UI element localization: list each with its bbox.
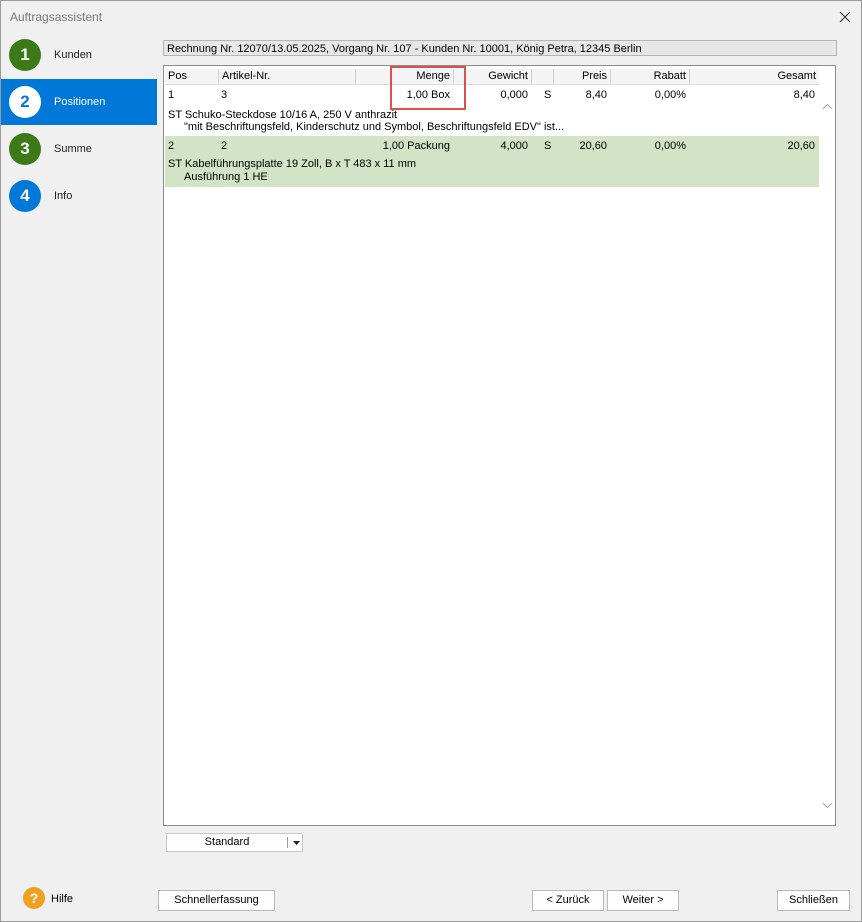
cell-menge: 1,00 Box [406,89,450,101]
next-button[interactable]: Weiter > [607,890,679,911]
chevron-down-icon[interactable] [290,834,302,851]
header-menge[interactable]: Menge [356,69,454,84]
header-blank[interactable] [532,69,554,84]
header-pos[interactable]: Pos [165,69,219,84]
view-select-dropdown[interactable]: Standard [166,833,303,852]
cell-s: S [544,89,552,101]
cell-artikel: 2 [221,140,228,152]
header-gewicht[interactable]: Gewicht [454,69,532,84]
wizard-window: Auftragsassistent 1 Kunden 2 Positionen … [0,0,862,922]
header-gesamt[interactable]: Gesamt [690,69,819,84]
step-number-badge: 1 [9,39,41,71]
step-label: Kunden [54,49,92,61]
cell-artikel: 3 [221,89,228,101]
step-label: Positionen [54,96,106,108]
step-positionen[interactable]: 2 Positionen [1,79,157,125]
quick-entry-button[interactable]: Schnellerfassung [158,890,275,911]
header-preis[interactable]: Preis [554,69,611,84]
cell-menge: 1,00 Packung [382,140,450,152]
cell-gewicht: 4,000 [500,140,528,152]
cell-s: S [544,140,552,152]
table-row[interactable]: 1 3 1,00 Box 0,000 S 8,40 0,00% 8,40 ST … [165,87,819,136]
cell-gesamt: 8,40 [793,89,815,101]
close-button[interactable]: Schließen [777,890,850,911]
header-artikel-nr[interactable]: Artikel-Nr. [219,69,356,84]
scroll-down-icon[interactable] [820,799,834,811]
cell-rabatt: 0,00% [654,89,686,101]
view-select-value: Standard [204,836,250,848]
cell-description-detail: Ausführung 1 HE [184,171,268,183]
step-summe[interactable]: 3 Summe [1,126,157,172]
cell-gesamt: 20,60 [787,140,815,152]
cell-preis: 8,40 [585,89,607,101]
header-rabatt[interactable]: Rabatt [611,69,690,84]
step-label: Info [54,190,73,202]
document-info-bar: Rechnung Nr. 12070/13.05.2025, Vorgang N… [163,40,837,56]
help-icon[interactable]: ? [23,887,45,909]
cell-rabatt: 0,00% [654,140,686,152]
step-number-badge: 4 [9,180,41,212]
back-button[interactable]: < Zurück [532,890,604,911]
cell-preis: 20,60 [579,140,607,152]
close-icon[interactable] [833,5,857,29]
cell-description: ST Kabelführungsplatte 19 Zoll, B x T 48… [168,158,417,170]
scroll-up-icon[interactable] [820,100,834,112]
window-title: Auftragsassistent [10,10,103,24]
table-row-selected[interactable]: 2 2 1,00 Packung 4,000 S 20,60 0,00% 20,… [165,136,819,187]
cell-description-detail: "mit Beschriftungsfeld, Kinderschutz und… [184,121,565,133]
step-label: Summe [54,143,92,155]
cell-pos: 1 [168,89,175,101]
cell-pos: 2 [168,140,175,152]
title-bar: Auftragsassistent [1,1,861,33]
cell-gewicht: 0,000 [500,89,528,101]
dropdown-divider [287,837,288,848]
step-number-badge: 2 [9,86,41,118]
step-info[interactable]: 4 Info [1,173,157,219]
step-kunden[interactable]: 1 Kunden [1,32,157,78]
step-number-badge: 3 [9,133,41,165]
positions-grid[interactable]: Pos Artikel-Nr. Menge Gewicht Preis Raba… [163,65,836,826]
help-label[interactable]: Hilfe [51,893,73,905]
grid-header: Pos Artikel-Nr. Menge Gewicht Preis Raba… [165,69,819,85]
